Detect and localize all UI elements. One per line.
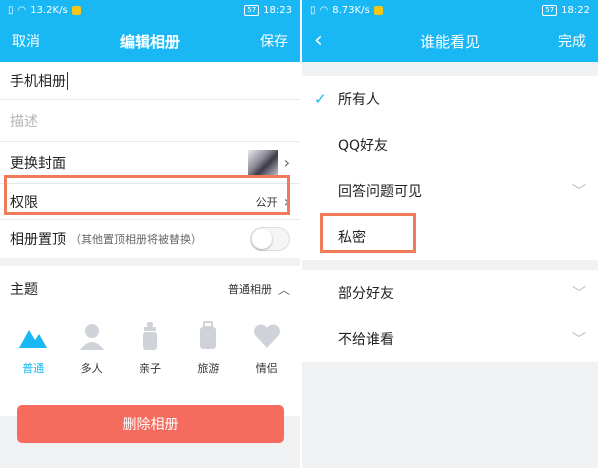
pin-album-row: 相册置顶 （其他置顶相册将被替换） [0, 220, 300, 258]
theme-option-label: 普通 [22, 362, 45, 375]
theme-option-label: 旅游 [197, 362, 220, 375]
clock: 18:23 [263, 4, 292, 16]
cover-thumbnail [247, 149, 278, 176]
option-hide-from[interactable]: 不给谁看 ﹀ [302, 316, 598, 362]
option-label: 不给谁看 [338, 332, 394, 348]
notification-icon [71, 5, 81, 15]
chevron-down-icon: ﹀ [572, 184, 586, 200]
theme-option-normal[interactable]: 普通 [5, 320, 61, 376]
notification-icon [373, 5, 383, 15]
chevron-up-icon: ︿ [277, 282, 290, 297]
option-answer-question[interactable]: 回答问题可见 ﹀ [302, 168, 598, 214]
theme-option-label: 亲子 [138, 362, 161, 375]
theme-option-label: 多人 [80, 362, 103, 375]
back-arrow-icon[interactable]: ‹ [314, 30, 323, 52]
delete-album-button[interactable]: 删除相册 [17, 405, 284, 443]
permission-value: 公开 [255, 195, 278, 209]
option-label: 所有人 [338, 92, 380, 108]
description-field[interactable]: 描述 [0, 100, 300, 142]
theme-value: 普通相册 [227, 283, 272, 296]
cancel-button[interactable]: 取消 [12, 31, 40, 51]
chevron-right-icon: › [283, 153, 290, 172]
change-cover-row[interactable]: 更换封面 › [0, 142, 300, 184]
friend-filter-options: 部分好友 ﹀ 不给谁看 ﹀ [302, 270, 598, 362]
edit-album-screen: ▯ ◠ 13.2K/s 57 18:23 取消 编辑相册 保存 手机相册 描述 … [0, 0, 300, 468]
battery-icon: 57 [244, 4, 260, 16]
page-title: 谁能看见 [419, 32, 480, 51]
chevron-right-icon: › [283, 192, 290, 211]
theme-label: 主题 [10, 282, 38, 298]
theme-option-group[interactable]: 多人 [64, 320, 120, 376]
text-cursor [67, 71, 68, 90]
checkmark-icon: ✓ [314, 90, 327, 108]
permission-row[interactable]: 权限 公开 › [0, 184, 300, 220]
nav-bar: ‹ 谁能看见 完成 [302, 20, 598, 62]
theme-section: 主题 普通相册 ︿ 普通 多人 亲子 旅游 情侣 [0, 266, 300, 416]
theme-option-family[interactable]: 亲子 [122, 320, 178, 376]
option-label: 回答问题可见 [338, 184, 422, 200]
heart-icon [253, 324, 280, 348]
theme-option-couple[interactable]: 情侣 [239, 320, 295, 376]
status-bar: ▯ ◠ 8.73K/s 57 18:22 [302, 0, 598, 20]
toggle-knob [252, 229, 272, 249]
nav-bar: 取消 编辑相册 保存 [0, 20, 300, 62]
album-name-value: 手机相册 [10, 73, 66, 90]
sim-icon: ▯ [8, 4, 14, 16]
visibility-screen: ▯ ◠ 8.73K/s 57 18:22 ‹ 谁能看见 完成 ✓ 所有人 QQ好… [302, 0, 598, 468]
pin-label: 相册置顶 [10, 232, 66, 248]
option-label: 私密 [338, 230, 366, 246]
theme-option-label: 情侣 [255, 362, 278, 375]
suitcase-icon [200, 321, 217, 349]
theme-options: 普通 多人 亲子 旅游 情侣 [0, 312, 300, 376]
page-title: 编辑相册 [119, 32, 180, 51]
album-name-field[interactable]: 手机相册 [0, 62, 300, 100]
option-everyone[interactable]: ✓ 所有人 [302, 76, 598, 122]
mountain-icon [19, 330, 48, 348]
chevron-down-icon: ﹀ [572, 286, 586, 302]
visibility-options: ✓ 所有人 QQ好友 回答问题可见 ﹀ 私密 [302, 76, 598, 260]
network-speed: 8.73K/s [332, 4, 370, 16]
wifi-icon: ◠ [17, 4, 27, 16]
pin-hint: （其他置顶相册将被替换） [70, 233, 202, 246]
network-speed: 13.2K/s [30, 4, 68, 16]
chevron-down-icon: ﹀ [572, 332, 586, 348]
save-button[interactable]: 保存 [260, 31, 288, 51]
done-button[interactable]: 完成 [558, 31, 586, 51]
change-cover-label: 更换封面 [10, 155, 66, 172]
theme-header[interactable]: 主题 普通相册 ︿ [0, 266, 300, 312]
person-icon [79, 324, 104, 350]
permission-label: 权限 [10, 194, 38, 211]
option-private[interactable]: 私密 [302, 214, 598, 260]
battery-icon: 57 [542, 4, 558, 16]
status-bar: ▯ ◠ 13.2K/s 57 18:23 [0, 0, 300, 20]
clock: 18:22 [561, 4, 590, 16]
option-some-friends[interactable]: 部分好友 ﹀ [302, 270, 598, 316]
option-qq-friends[interactable]: QQ好友 [302, 122, 598, 168]
option-label: 部分好友 [338, 286, 394, 302]
pin-toggle[interactable] [250, 227, 290, 251]
baby-bottle-icon [142, 322, 157, 350]
description-placeholder: 描述 [10, 113, 38, 130]
option-label: QQ好友 [338, 138, 389, 154]
theme-option-travel[interactable]: 旅游 [180, 320, 236, 376]
wifi-icon: ◠ [319, 4, 329, 16]
sim-icon: ▯ [310, 4, 316, 16]
